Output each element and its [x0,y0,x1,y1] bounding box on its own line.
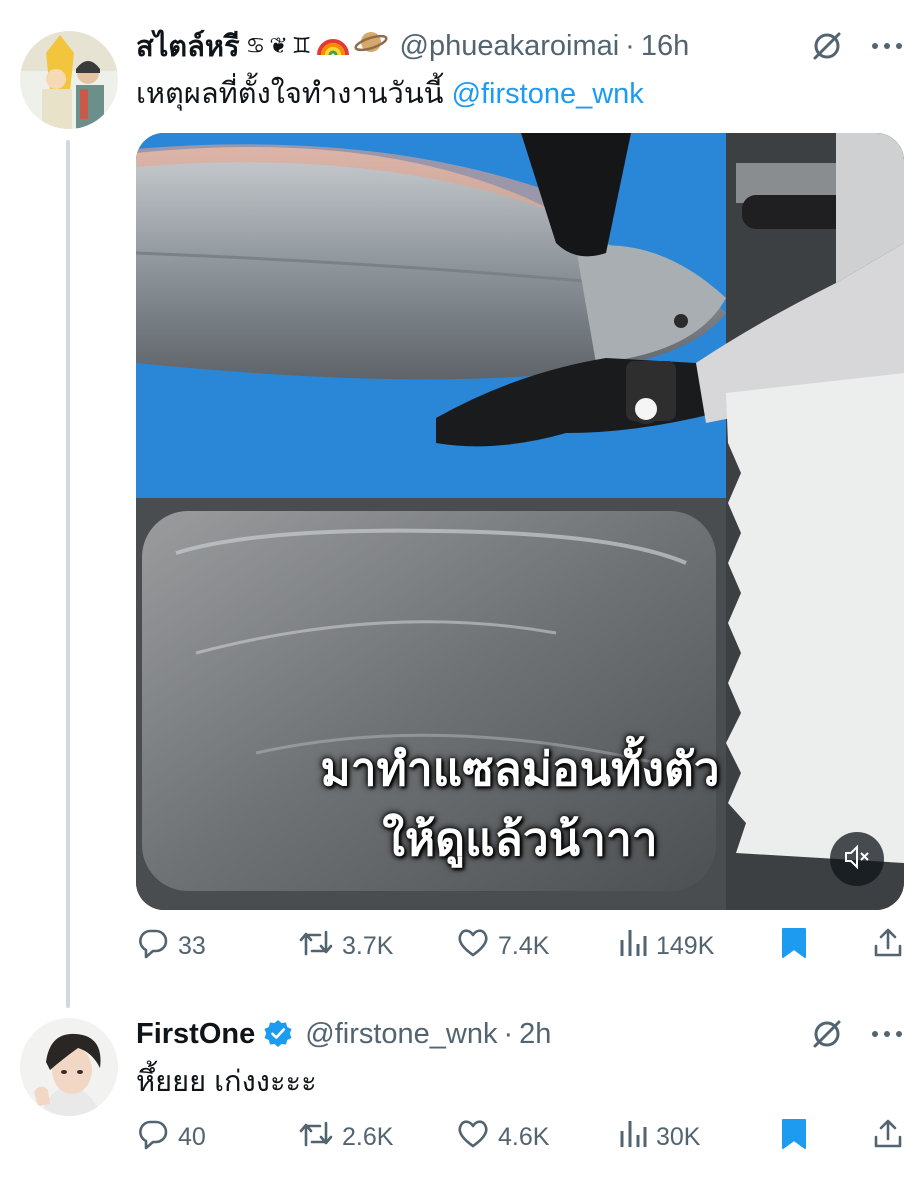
video-caption-line-1: มาทำแซลม่อนทั้งตัว [320,742,720,796]
rainbow-emoji-icon [316,27,350,65]
video-caption-line-2: ให้ดูแล้วน้าาา [382,812,658,866]
display-name[interactable]: สไตล์หรี [136,23,240,69]
grok-icon[interactable] [810,29,844,63]
separator-dot: · [503,1017,514,1050]
retweet-count: 2.6K [342,1122,394,1151]
like-icon [456,1117,490,1158]
timestamp[interactable]: 16h [641,30,689,63]
name-emojis: ♋ ❦ ♊ [246,27,388,65]
mute-button[interactable] [830,832,884,886]
views-count: 30K [656,1122,701,1151]
retweet-button[interactable]: 3.7K [298,926,393,967]
reply-count: 33 [178,931,206,960]
retweet-button[interactable]: 2.6K [298,1117,393,1158]
share-button[interactable] [872,1117,904,1158]
bookmark-icon [780,926,808,967]
views-count: 149K [656,931,715,960]
retweet-icon [298,926,334,967]
handle[interactable]: @phueakaroimai [400,30,620,63]
like-icon [456,926,490,967]
heart-emoji-icon: ❦ [269,33,288,59]
avatar[interactable] [20,31,118,129]
more-icon[interactable] [870,1029,904,1039]
timestamp[interactable]: 2h [519,1018,551,1051]
gemini-emoji-icon: ♊ [291,33,312,59]
more-icon[interactable] [870,41,904,51]
tweet-header: สไตล์หรี ♋ ❦ ♊ @phueakaroimai · 16h [136,26,904,66]
tweet-text: เหตุผลที่ตั้งใจทำงานวันนี้ @firstone_wnk [136,74,904,114]
tweet-text: หึ้ยยย เก่งงะะะ [136,1066,317,1098]
handle[interactable]: @firstone_wnk [305,1018,497,1051]
thread-line [66,140,70,1008]
share-icon [872,926,904,967]
tweet-1[interactable]: สไตล์หรี ♋ ❦ ♊ @phueakaroimai · 16h เหตุ… [0,0,924,1008]
bookmark-icon [780,1117,808,1158]
verified-icon [263,1019,293,1049]
reply-icon [136,926,170,967]
share-button[interactable] [872,926,904,967]
retweet-count: 3.7K [342,931,394,960]
cancer-emoji-icon: ♋ [245,33,266,59]
views-icon [618,926,648,967]
like-count: 4.6K [498,1122,550,1151]
avatar[interactable] [20,1018,118,1116]
bookmark-button[interactable] [780,926,808,967]
reply-button[interactable]: 40 [136,1117,206,1158]
tweet-header: FirstOne @firstone_wnk · 2h [136,1014,904,1054]
views-icon [618,1117,648,1158]
bookmark-button[interactable] [780,1117,808,1158]
tweet-2[interactable]: FirstOne @firstone_wnk · 2h หึ้ยยย เก่งง… [0,1000,924,1200]
planet-emoji-icon [353,27,388,65]
reply-count: 40 [178,1122,206,1151]
like-count: 7.4K [498,931,550,960]
video-player[interactable]: มาทำแซลม่อนทั้งตัว ให้ดูแล้วน้าาา [136,133,904,910]
like-button[interactable]: 4.6K [456,1117,549,1158]
tweet-body: เหตุผลที่ตั้งใจทำงานวันนี้ [136,78,444,110]
mention-link[interactable]: @firstone_wnk [452,78,644,110]
header-actions [810,1017,904,1051]
header-actions [810,29,904,63]
views-button[interactable]: 149K [618,926,714,967]
reply-icon [136,1117,170,1158]
like-button[interactable]: 7.4K [456,926,549,967]
views-button[interactable]: 30K [618,1117,700,1158]
grok-icon[interactable] [810,1017,844,1051]
tweet-actions: 40 2.6K 4.6K 30K [136,1115,904,1159]
tweet-actions: 33 3.7K 7.4K 149K [136,924,904,968]
retweet-icon [298,1117,334,1158]
separator-dot: · [625,29,635,62]
mute-icon [842,842,872,877]
share-icon [872,1117,904,1158]
display-name[interactable]: FirstOne [136,1018,255,1051]
reply-button[interactable]: 33 [136,926,206,967]
